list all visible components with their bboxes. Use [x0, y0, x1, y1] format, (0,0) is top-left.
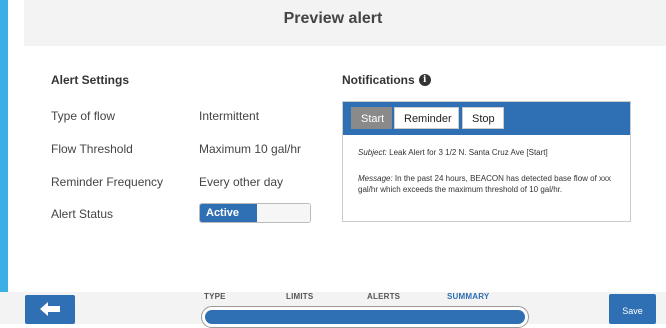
alert-settings-heading: Alert Settings	[51, 73, 130, 87]
tab-reminder[interactable]: Reminder	[394, 107, 459, 129]
notification-tab-bar: Start Reminder Stop	[343, 102, 630, 135]
wizard-progress-bar	[201, 306, 529, 328]
save-button[interactable]: Save	[609, 294, 656, 324]
reminder-frequency-label: Reminder Frequency	[51, 175, 164, 189]
message-label: Message:	[358, 174, 393, 183]
notification-subject: Subject: Leak Alert for 3 1/2 N. Santa C…	[358, 147, 620, 158]
toggle-off-segment	[257, 204, 310, 222]
back-button[interactable]	[25, 295, 75, 324]
notification-preview-panel: Start Reminder Stop Subject: Leak Alert …	[342, 101, 631, 222]
notification-message: Message: In the past 24 hours, BEACON ha…	[358, 173, 620, 195]
progress-fill	[205, 310, 525, 324]
subject-text: Leak Alert for 3 1/2 N. Santa Cruz Ave […	[389, 148, 548, 157]
type-of-flow-value: Intermittent	[199, 109, 260, 123]
info-icon[interactable]: i	[418, 74, 431, 86]
page-title: Preview alert	[283, 10, 383, 27]
alert-status-toggle[interactable]: Active	[199, 203, 311, 223]
alert-status-label: Alert Status	[51, 207, 114, 221]
left-accent-bar	[0, 0, 8, 324]
notifications-heading: Notifications i	[342, 73, 431, 87]
tab-stop[interactable]: Stop	[462, 107, 504, 129]
flow-threshold-label: Flow Threshold	[51, 142, 133, 156]
step-alerts: ALERTS	[367, 292, 401, 301]
tab-start[interactable]: Start	[351, 107, 392, 129]
step-type: TYPE	[204, 292, 226, 301]
flow-threshold-value: Maximum 10 gal/hr	[199, 142, 302, 156]
toggle-active-label: Active	[200, 204, 257, 222]
subject-label: Subject:	[358, 148, 387, 157]
step-summary: SUMMARY	[447, 292, 490, 301]
notifications-heading-label: Notifications	[342, 73, 415, 87]
type-of-flow-label: Type of flow	[51, 109, 116, 123]
arrow-left-icon	[40, 302, 60, 316]
reminder-frequency-value: Every other day	[199, 175, 284, 189]
step-limits: LIMITS	[286, 292, 314, 301]
message-text: In the past 24 hours, BEACON has detecte…	[358, 174, 612, 194]
